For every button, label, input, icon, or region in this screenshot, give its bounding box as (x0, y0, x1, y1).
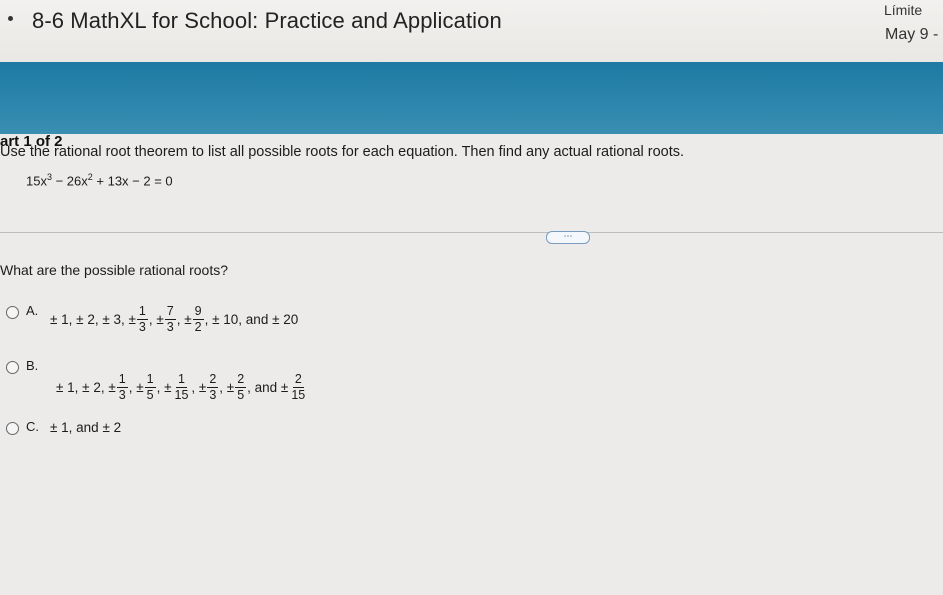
fraction: 1 15 (174, 372, 189, 402)
section-divider (0, 232, 943, 233)
option-c-text[interactable]: ± 1, and ± 2 (50, 420, 121, 435)
header-bar: 8-6 MathXL for School: Practice and Appl… (0, 0, 943, 62)
expand-more-button[interactable]: ⋯ (546, 231, 590, 244)
question-area: Use the rational root theorem to list al… (0, 134, 943, 595)
option-b-text[interactable]: ± 1, ± 2, ± 13 , ± 15 , ± 1 15 , ± 23 , ±… (56, 372, 308, 403)
bullet-icon (8, 16, 13, 21)
due-limit-date: May 9 - (885, 26, 939, 43)
fraction: 73 (164, 304, 176, 334)
fraction: 92 (192, 304, 204, 334)
fraction: 23 (207, 372, 219, 402)
option-a-radio[interactable] (6, 306, 19, 319)
option-b-radio[interactable] (6, 361, 19, 374)
part-banner: art 1 of 2 (0, 62, 943, 150)
option-c-letter: C. (26, 419, 39, 434)
option-a-text[interactable]: ± 1, ± 2, ± 3, ± 13 , ± 73 , ± 92 , ± 10… (50, 304, 298, 335)
problem-instruction: Use the rational root theorem to list al… (0, 144, 685, 160)
fraction: 25 (235, 372, 247, 402)
problem-equation: 15x3 − 26x2 + 13x − 2 = 0 (26, 172, 173, 189)
option-c-radio[interactable] (6, 422, 19, 435)
fraction: 13 (136, 304, 148, 334)
question-prompt: What are the possible rational roots? (0, 262, 229, 278)
option-b-letter: B. (26, 358, 39, 373)
fraction: 15 (144, 372, 156, 402)
fraction: 13 (116, 372, 128, 402)
assignment-title: 8-6 MathXL for School: Practice and Appl… (32, 8, 502, 33)
due-limit-label: Límite (884, 2, 923, 18)
option-a-letter: A. (26, 303, 39, 318)
fraction: 2 15 (291, 372, 306, 402)
